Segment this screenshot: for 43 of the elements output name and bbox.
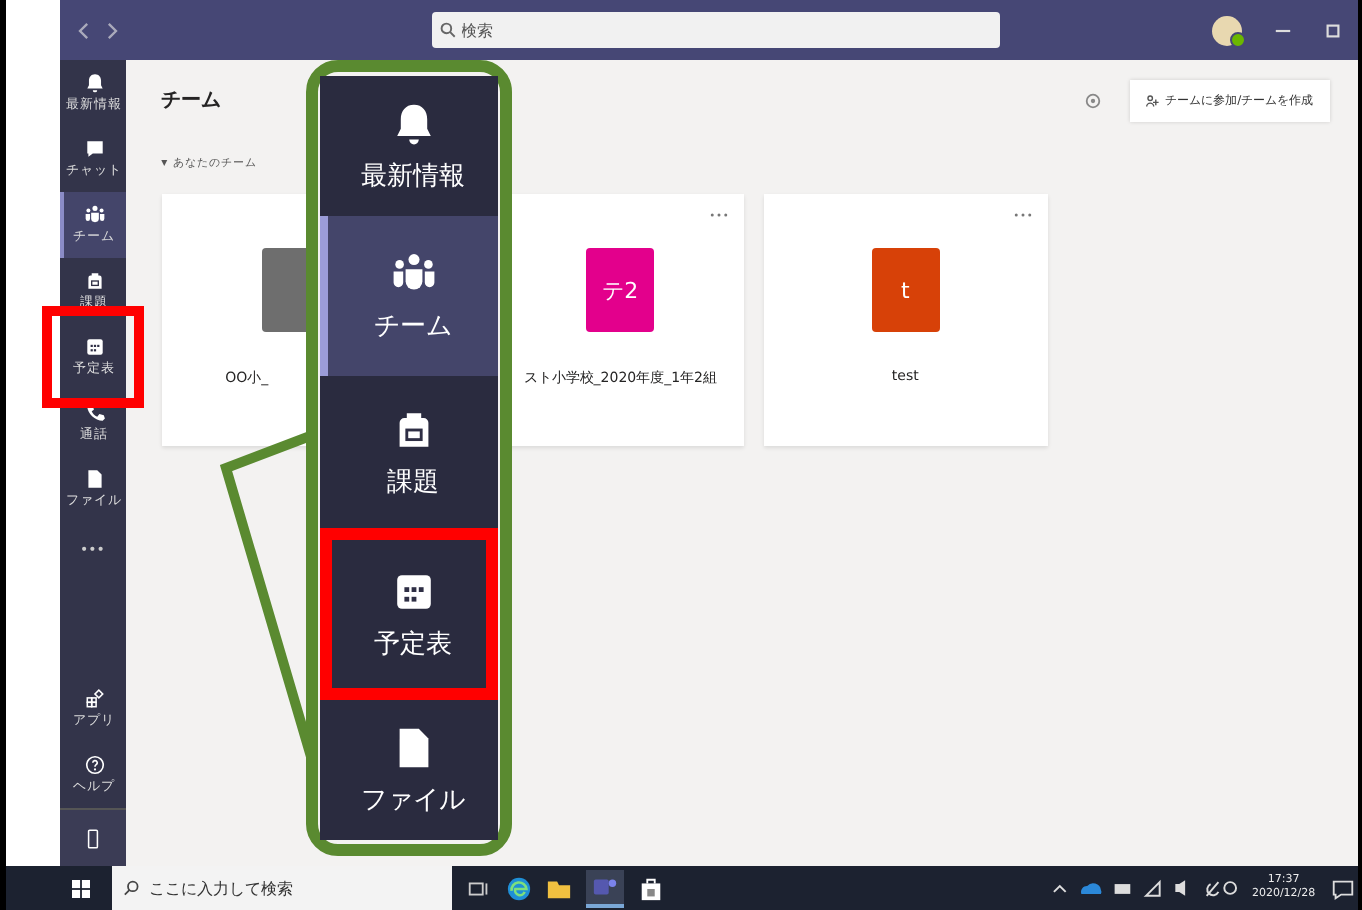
search-input[interactable]: 検索: [461, 21, 992, 39]
search-field[interactable]: 検索: [431, 12, 1000, 48]
backpack-icon: [83, 270, 106, 292]
app-bar-label: 予定表: [374, 627, 452, 661]
more-options-icon[interactable]: [709, 212, 728, 218]
back-forward-icon[interactable]: [75, 21, 120, 39]
windows-start-icon[interactable]: [71, 879, 90, 897]
shopping-bag-icon[interactable]: [637, 875, 664, 901]
browser-icon[interactable]: [505, 875, 532, 901]
app-bar-item[interactable]: 予定表: [320, 528, 498, 700]
team-avatar: t: [871, 248, 940, 332]
help-icon: [83, 754, 106, 776]
bell-icon: [83, 72, 106, 94]
notification-icon[interactable]: [1329, 875, 1356, 901]
more-options-icon[interactable]: [1013, 212, 1032, 218]
team-avatar: テ2: [586, 248, 655, 332]
people-icon: [83, 204, 106, 226]
app-bar-label: 課題: [387, 465, 439, 499]
settings-icon[interactable]: [1083, 91, 1102, 109]
app-bar-item[interactable]: ファイル: [320, 700, 498, 840]
taskbar-search-field[interactable]: ここに入力して検索: [111, 866, 452, 910]
calendar-icon: [83, 336, 106, 358]
tray-icons-drawing[interactable]: [1049, 876, 1238, 900]
app-bar-item[interactable]: 課題: [320, 376, 498, 528]
chat-icon: [83, 138, 106, 160]
mobile-app-button[interactable]: [59, 808, 126, 866]
app-bar-label: チーム: [374, 309, 452, 343]
restore-icon[interactable]: [1323, 21, 1342, 39]
app-bar-item[interactable]: チーム: [320, 216, 498, 376]
apps-icon: [83, 688, 106, 710]
phone-icon: [83, 402, 106, 424]
status-dot-icon: [1229, 31, 1246, 47]
taskbar-search-input[interactable]: ここに入力して検索: [149, 879, 440, 897]
search-icon: [123, 880, 140, 896]
user-avatar[interactable]: [1211, 15, 1242, 45]
search-icon: [439, 22, 456, 38]
document-icon: [83, 468, 106, 490]
page-title: チーム: [161, 88, 224, 114]
people-add-icon: [1145, 93, 1160, 107]
app-bar-item[interactable]: 最新情報: [320, 76, 498, 216]
teams-taskbar-button[interactable]: [585, 869, 624, 907]
app-bar-label: ファイル: [361, 783, 465, 817]
app-bar-label: 最新情報: [361, 159, 465, 193]
